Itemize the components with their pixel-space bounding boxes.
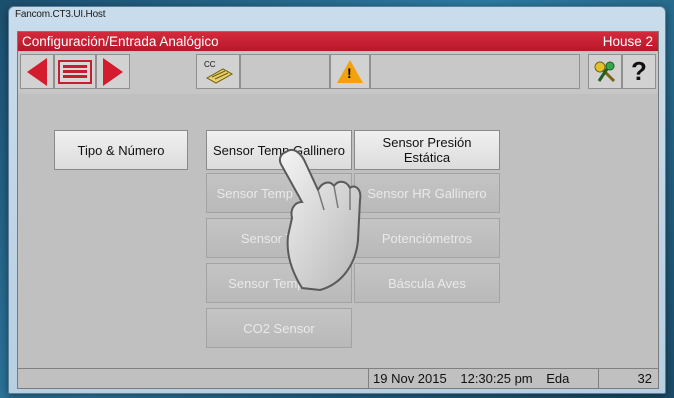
toolbar-spacer (130, 54, 196, 89)
page-title: Configuración/Entrada Analógico (22, 34, 219, 49)
sensor-presion-estatica-button[interactable]: Sensor Presión Estática (354, 130, 500, 170)
warning-icon: ! (337, 60, 363, 83)
sensor-hr-gallinero-button[interactable]: Sensor HR Gallinero (354, 173, 500, 213)
co2-sensor-button[interactable]: CO2 Sensor (206, 308, 352, 348)
list-icon (58, 59, 92, 84)
help-button[interactable]: ? (622, 54, 656, 89)
bascula-aves-button[interactable]: Báscula Aves (354, 263, 500, 303)
status-time: 12:30:25 pm (460, 371, 533, 386)
app-window: Fancom.CT3.UI.Host Configuración/Entrada… (8, 6, 666, 394)
pointing-hand-icon (278, 148, 362, 292)
warning-button[interactable]: ! (330, 54, 370, 89)
prev-button[interactable] (20, 54, 54, 89)
status-empty (18, 369, 368, 388)
tipo-numero-button[interactable]: Tipo & Número (54, 130, 188, 170)
status-number: 32 (598, 369, 658, 388)
status-label: Eda (546, 371, 570, 386)
toolbar-slot-wide (370, 54, 580, 89)
left-arrow-icon (27, 57, 47, 86)
cc-button[interactable]: CC (196, 54, 240, 89)
house-label: House 2 (602, 34, 653, 49)
header-bar: Configuración/Entrada Analógico House 2 (18, 32, 658, 51)
list-button[interactable] (54, 54, 96, 89)
next-button[interactable] (96, 54, 130, 89)
status-bar: 19 Nov 2015 12:30:25 pm Eda 32 (18, 368, 658, 388)
toolbar-slot (240, 54, 330, 89)
keys-button[interactable] (588, 54, 622, 89)
status-date: 19 Nov 2015 (373, 371, 447, 386)
warning-symbol: ! (347, 65, 352, 81)
right-arrow-icon (103, 57, 123, 86)
help-icon: ? (631, 56, 647, 86)
toolbar: CC ! ? (18, 52, 658, 94)
keys-icon (594, 61, 616, 82)
status-datetime: 19 Nov 2015 12:30:25 pm Eda (368, 369, 598, 388)
cc-card-icon: CC (204, 60, 234, 84)
cc-label: CC (204, 60, 216, 69)
client-area: Configuración/Entrada Analógico House 2 (17, 31, 659, 389)
potenciometros-button[interactable]: Potenciómetros (354, 218, 500, 258)
window-title: Fancom.CT3.UI.Host (15, 9, 106, 20)
